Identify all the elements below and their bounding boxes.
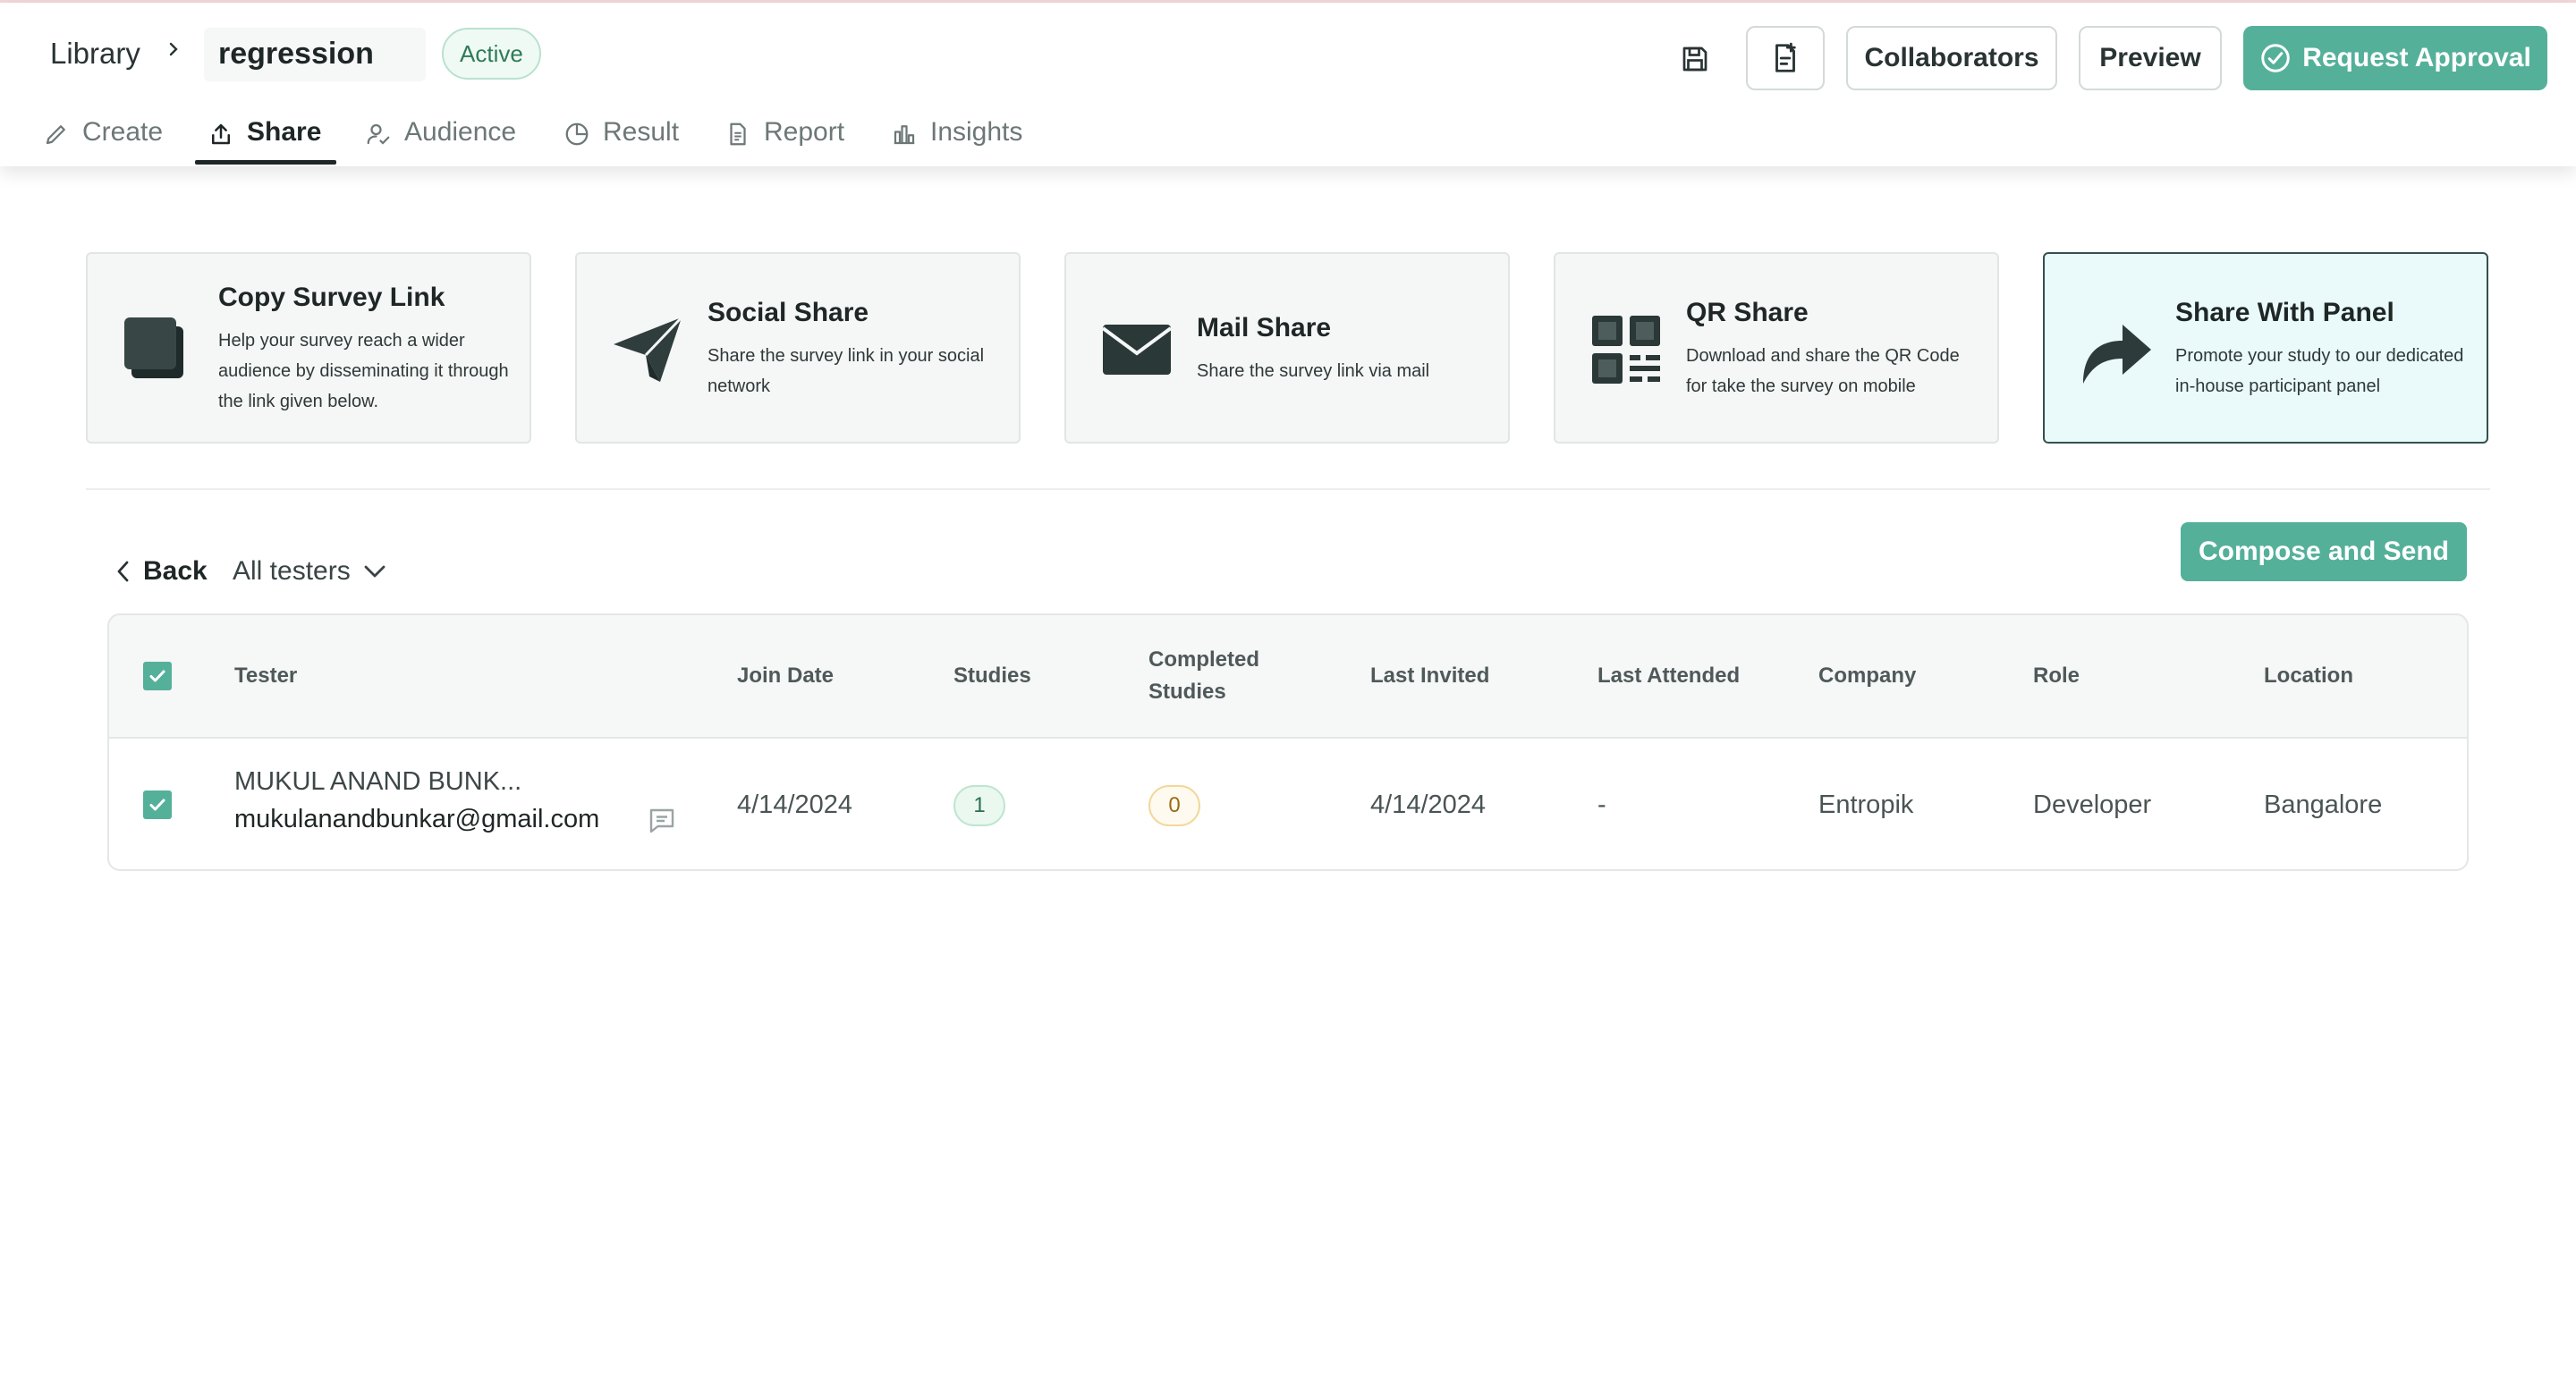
document-icon: [730, 123, 746, 146]
column-header-last-attended[interactable]: Last Attended: [1597, 660, 1740, 692]
card-title: Copy Survey Link: [218, 283, 445, 312]
column-header-join-date[interactable]: Join Date: [737, 660, 834, 692]
check-circle-icon: [2261, 44, 2290, 72]
tab-label: Report: [764, 117, 845, 147]
row-checkbox[interactable]: [143, 790, 172, 819]
card-title: Social Share: [708, 298, 869, 327]
location: Bangalore: [2264, 790, 2383, 819]
chevron-down-icon: [364, 565, 386, 578]
tester-name: MUKUL ANAND BUNK...: [234, 767, 522, 796]
pencil-icon: [46, 125, 65, 145]
copy-icon: [118, 309, 199, 390]
back-label: Back: [143, 556, 208, 586]
qr-code-icon: [1586, 309, 1666, 390]
card-description: Share the survey link via mail: [1197, 361, 1430, 381]
card-description: Help your survey reach a wider audience …: [218, 331, 509, 411]
select-all-checkbox[interactable]: [143, 662, 172, 690]
company: Entropik: [1818, 790, 1914, 819]
share-card-social[interactable]: Social Share Share the survey link in yo…: [575, 252, 1021, 444]
request-approval-label: Request Approval: [2302, 43, 2531, 72]
check-icon: [149, 799, 165, 811]
tester-filter-dropdown[interactable]: All testers: [233, 556, 388, 587]
paper-plane-icon: [607, 309, 688, 390]
join-date: 4/14/2024: [737, 790, 853, 819]
add-document-button[interactable]: [1746, 26, 1825, 90]
breadcrumb-library[interactable]: Library: [50, 37, 140, 71]
active-tab-indicator: [195, 160, 336, 165]
study-name-field[interactable]: regression: [204, 28, 426, 81]
chevron-left-icon: [117, 561, 129, 582]
card-description: Download and share the QR Code for take …: [1686, 346, 1960, 396]
table-row[interactable]: MUKUL ANAND BUNK... mukulanandbunkar@gma…: [109, 740, 2467, 869]
role: Developer: [2033, 790, 2152, 819]
preview-button[interactable]: Preview: [2079, 26, 2222, 90]
share-card-copy-link[interactable]: Copy Survey Link Help your survey reach …: [86, 252, 531, 444]
tab-label: Share: [247, 117, 322, 147]
chat-bubble-icon: [649, 808, 674, 833]
card-description: Share the survey link in your social net…: [708, 346, 985, 396]
row-underline-segment: [714, 869, 925, 871]
column-header-completed-studies[interactable]: Completed Studies: [1148, 644, 1259, 708]
header-line: Completed: [1148, 647, 1260, 672]
save-button[interactable]: [1673, 37, 1717, 81]
tab-audience[interactable]: Audience: [365, 117, 516, 167]
users-icon: [367, 123, 390, 145]
share-card-mail[interactable]: Mail Share Share the survey link via mai…: [1064, 252, 1510, 444]
upload-icon: [212, 123, 230, 145]
table-header: Tester Join Date Studies Completed Studi…: [109, 615, 2467, 739]
request-approval-button[interactable]: Request Approval: [2243, 26, 2547, 90]
bar-chart-icon: [894, 125, 915, 145]
column-header-tester[interactable]: Tester: [234, 660, 297, 692]
tab-insights[interactable]: Insights: [891, 117, 1022, 167]
last-invited-date: 4/14/2024: [1370, 790, 1487, 819]
tab-result[interactable]: Result: [564, 117, 679, 167]
tab-create[interactable]: Create: [43, 117, 163, 167]
card-title: Share With Panel: [2175, 298, 2394, 327]
tab-report[interactable]: Report: [724, 117, 844, 167]
column-header-company[interactable]: Company: [1818, 660, 1916, 692]
comment-button[interactable]: [646, 805, 678, 841]
tab-label: Insights: [930, 117, 1023, 147]
envelope-icon: [1097, 309, 1177, 390]
pie-chart-icon: [565, 123, 589, 146]
save-icon: [1682, 46, 1707, 72]
top-header: Library regression Active Collaborators …: [0, 3, 2576, 166]
back-button[interactable]: Back: [113, 556, 208, 587]
share-options: Copy Survey Link Help your survey reach …: [86, 252, 2490, 444]
last-attended-date: -: [1597, 790, 1606, 819]
document-add-icon: [1775, 42, 1796, 72]
tab-label: Create: [82, 117, 164, 147]
header-line: Studies: [1148, 680, 1226, 704]
tester-email: mukulanandbunkar@gmail.com: [234, 805, 600, 833]
column-header-location[interactable]: Location: [2264, 660, 2353, 692]
section-divider: [86, 488, 2490, 490]
share-arrow-icon: [2075, 309, 2156, 390]
column-header-role[interactable]: Role: [2033, 660, 2080, 692]
compose-and-send-button[interactable]: Compose and Send: [2181, 522, 2467, 581]
check-icon: [149, 670, 165, 682]
card-description: Promote your study to our dedicated in-h…: [2175, 346, 2464, 396]
testers-table: Tester Join Date Studies Completed Studi…: [107, 613, 2469, 871]
tab-label: Result: [603, 117, 680, 147]
share-card-qr[interactable]: QR Share Download and share the QR Code …: [1554, 252, 1999, 444]
studies-count-badge: 1: [953, 785, 1005, 826]
chevron-right-icon: [169, 42, 178, 56]
share-card-panel[interactable]: Share With Panel Promote your study to o…: [2043, 252, 2488, 444]
column-header-last-invited[interactable]: Last Invited: [1370, 660, 1489, 692]
filter-label: All testers: [233, 556, 351, 586]
collaborators-button[interactable]: Collaborators: [1846, 26, 2057, 90]
column-header-studies[interactable]: Studies: [953, 660, 1031, 692]
status-badge: Active: [442, 28, 541, 80]
card-title: QR Share: [1686, 298, 1809, 327]
completed-studies-badge: 0: [1148, 785, 1200, 826]
tab-label: Audience: [404, 117, 517, 147]
card-title: Mail Share: [1197, 313, 1332, 342]
